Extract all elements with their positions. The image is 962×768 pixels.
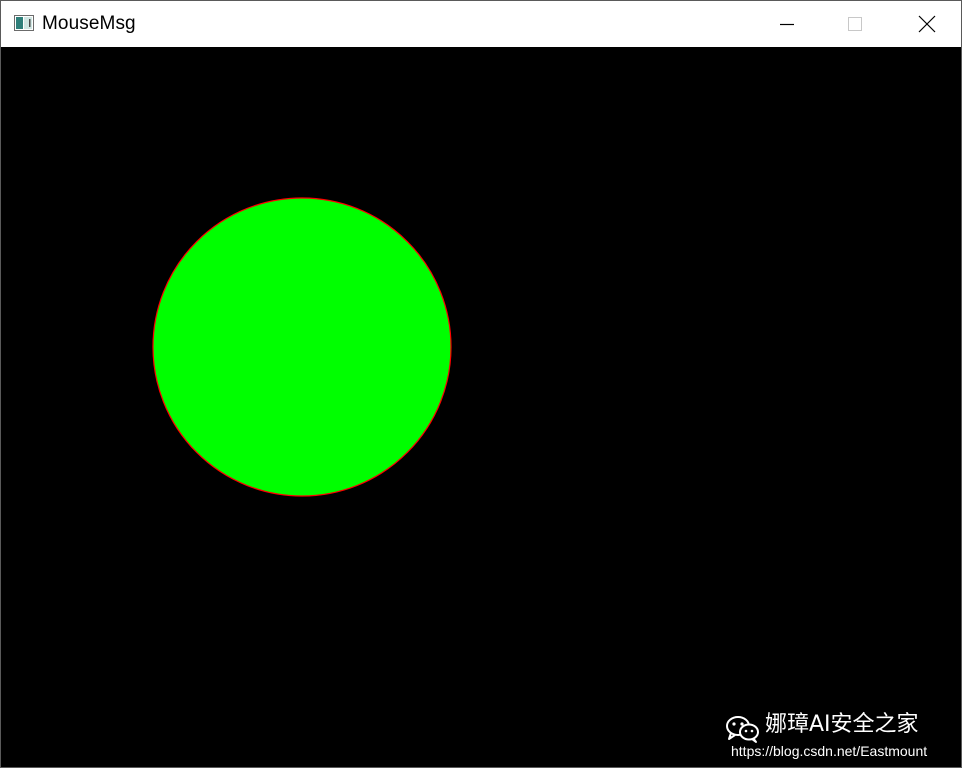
green-circle: [152, 197, 452, 497]
maximize-button[interactable]: [821, 1, 889, 46]
app-window-icon[interactable]: [14, 15, 34, 31]
title-bar[interactable]: MouseMsg: [1, 1, 961, 46]
window-title: MouseMsg: [42, 13, 136, 34]
close-button[interactable]: [893, 1, 961, 46]
minimize-button[interactable]: [753, 1, 821, 46]
drawing-canvas[interactable]: 娜璋AI安全之家 https://blog.csdn.net/Eastmount: [1, 47, 961, 767]
watermark: 娜璋AI安全之家 https://blog.csdn.net/Eastmount: [711, 707, 959, 763]
maximize-icon: [847, 16, 863, 32]
app-window: MouseMsg 娜璋AI安全之家 https://blog.csdn.net/…: [0, 0, 962, 768]
minimize-icon: [779, 16, 795, 32]
close-icon: [918, 15, 936, 33]
canvas-drawing: [152, 197, 452, 497]
watermark-url: https://blog.csdn.net/Eastmount: [731, 743, 928, 759]
wechat-icon: [725, 714, 761, 744]
watermark-title: 娜璋AI安全之家: [765, 712, 919, 737]
